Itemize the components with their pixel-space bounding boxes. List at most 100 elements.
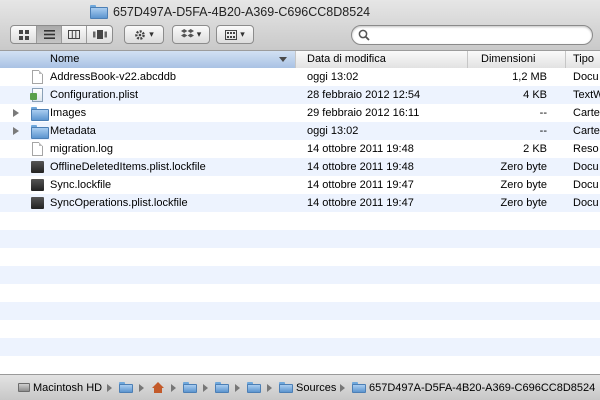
file-size: Zero byte [500,161,547,173]
dropbox-icon [180,29,194,38]
file-row[interactable]: AddressBook-v22.abcddb oggi 13:02 1,2 MB Do… [0,68,600,86]
file-name: OfflineDeletedItems.plist.lockfile [50,161,206,173]
chevron-down-icon: ▾ [196,29,202,39]
file-icon [31,178,45,192]
path-item-library[interactable] [183,381,197,394]
file-date: 14 ottobre 2011 19:48 [307,143,414,155]
icon-view-button[interactable] [11,26,37,43]
search-field[interactable] [351,25,593,45]
file-kind: Docu [573,197,599,209]
file-date: 29 febbraio 2012 16:11 [307,107,420,119]
file-row[interactable]: Configuration.plist 28 febbraio 2012 12:5… [0,86,600,104]
file-row[interactable]: Sync.lockfile 14 ottobre 2011 19:47 Zero b… [0,176,600,194]
share-menu-button[interactable]: ▾ [172,25,210,44]
folder-icon [215,382,229,393]
path-item-sources[interactable]: Sources [279,381,336,394]
file-kind: TextW [573,89,600,101]
path-item-home[interactable] [152,381,164,394]
path-item-users[interactable] [119,381,133,394]
column-header-name[interactable]: Nome [0,51,296,68]
file-icon [31,124,49,139]
file-name: Images [50,107,87,119]
column-header-kind[interactable]: Tipo [566,51,600,68]
chevron-down-icon: ▾ [240,29,245,39]
file-row[interactable]: Metadata oggi 13:02 -- Carte [0,122,600,140]
file-row[interactable]: OfflineDeletedItems.plist.lockfile 14 ott… [0,158,600,176]
action-menu-button[interactable]: ▾ [124,25,164,44]
file-size: 4 KB [523,89,547,101]
path-bar: Macintosh HD Sources 657D497A-D5FA-4B20-… [0,374,600,400]
lockfile-icon [31,179,44,191]
path-item-label: 657D497A-D5FA-4B20-A369-C696CC8D8524 [369,381,596,394]
column-header-size[interactable]: Dimensioni [468,51,566,68]
document-icon [32,70,43,84]
folder-icon [90,5,108,19]
file-date: oggi 13:02 [307,125,359,137]
path-item-current-folder[interactable]: 657D497A-D5FA-4B20-A369-C696CC8D8524 [352,381,595,394]
file-size: 1,2 MB [512,71,547,83]
library-folder-icon [183,382,197,393]
window-toolbar: 657D497A-D5FA-4B20-A369-C696CC8D8524 ▾ ▾… [0,0,600,51]
arrange-grid-icon [225,29,238,40]
folder-icon [352,382,366,393]
column-header-size-label: Dimensioni [481,53,536,65]
arrange-menu-button[interactable]: ▾ [216,25,254,44]
window-title-label: 657D497A-D5FA-4B20-A369-C696CC8D8524 [113,5,371,19]
folder-icon [279,382,293,393]
file-list[interactable]: AddressBook-v22.abcddb oggi 13:02 1,2 MB Do… [0,68,600,374]
folder-icon [31,107,49,121]
file-kind: Docu [573,71,599,83]
disclosure-triangle-icon[interactable] [13,127,19,135]
file-size: Zero byte [500,179,547,191]
icon-view-icon [18,29,29,40]
file-icon [31,160,45,174]
path-item-label: Macintosh HD [33,381,103,394]
hard-drive-icon [18,383,30,392]
file-size: -- [539,125,547,137]
file-date: 28 febbraio 2012 12:54 [307,89,421,101]
list-view-button[interactable] [37,26,62,43]
file-name: migration.log [50,143,113,155]
path-item-label: Sources [296,381,337,394]
file-date: 14 ottobre 2011 19:47 [307,179,414,191]
list-view-icon [43,30,55,39]
file-row[interactable]: SyncOperations.plist.lockfile 14 ottobre … [0,194,600,212]
plist-icon [30,88,43,102]
lockfile-icon [31,161,44,173]
column-header-bar: Nome Data di modifica Dimensioni Tipo [0,51,600,69]
coverflow-view-icon [92,30,107,39]
path-item-folder[interactable] [247,381,261,394]
column-view-button[interactable] [62,26,87,43]
file-date: oggi 13:02 [307,71,359,83]
file-date: 14 ottobre 2011 19:48 [307,161,414,173]
file-date: 14 ottobre 2011 19:47 [307,197,414,209]
file-icon [30,88,45,102]
file-size: Zero byte [500,197,547,209]
path-separator-icon [107,384,112,392]
home-icon [152,381,164,393]
path-separator-icon [203,384,208,392]
path-separator-icon [267,384,272,392]
file-icon [31,142,45,156]
file-name: SyncOperations.plist.lockfile [50,197,188,209]
path-separator-icon [171,384,176,392]
path-item-folder[interactable] [215,381,229,394]
column-header-date[interactable]: Data di modifica [296,51,468,68]
file-row[interactable]: migration.log 14 ottobre 2011 19:48 2 KB Re… [0,140,600,158]
lockfile-icon [31,197,44,209]
file-kind: Docu [573,161,599,173]
file-size: 2 KB [523,143,547,155]
path-item-macintosh-hd[interactable]: Macintosh HD [18,381,102,394]
column-view-icon [68,30,80,39]
sort-descending-icon [279,57,287,62]
file-icon [31,196,45,210]
file-row[interactable]: Images 29 febbraio 2012 16:11 -- Carte [0,104,600,122]
disclosure-triangle-icon[interactable] [13,109,19,117]
path-separator-icon [340,384,345,392]
search-icon [358,29,370,41]
coverflow-view-button[interactable] [87,26,112,43]
view-mode-control [10,25,113,44]
search-input[interactable] [374,28,588,44]
file-name: Configuration.plist [50,89,139,101]
file-size: -- [539,107,547,119]
